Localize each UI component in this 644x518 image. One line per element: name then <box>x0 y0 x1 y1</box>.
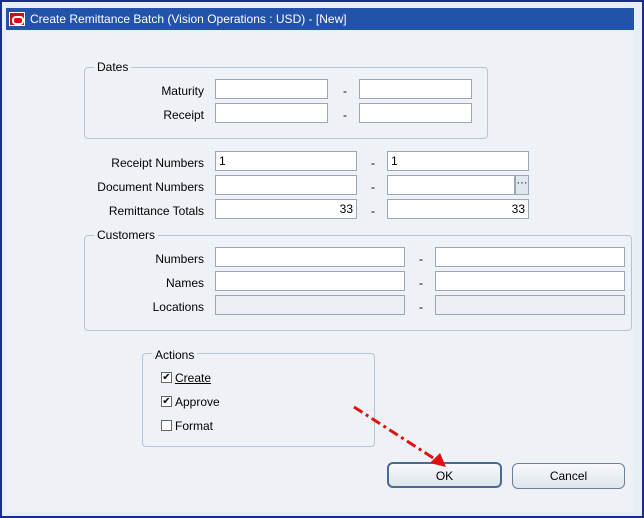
customer-locations-to-field <box>435 295 625 315</box>
annotation-arrow-head <box>430 453 446 467</box>
receipt-label: Receipt <box>163 108 204 122</box>
customer-names-separator: - <box>419 276 423 290</box>
maturity-from-field[interactable] <box>215 79 328 99</box>
form-panel: Dates Maturity - Receipt - Receipt Numbe… <box>6 31 634 512</box>
window-frame: Create Remittance Batch (Vision Operatio… <box>0 0 644 518</box>
remittance-totals-from-field[interactable] <box>215 199 357 219</box>
customer-names-to-field[interactable] <box>435 271 625 291</box>
window-title: Create Remittance Batch (Vision Operatio… <box>30 12 347 26</box>
customer-names-label: Names <box>165 276 204 290</box>
customer-numbers-from-field[interactable] <box>215 247 405 267</box>
customers-group-label: Customers <box>94 228 159 242</box>
customer-numbers-label: Numbers <box>155 252 204 266</box>
customer-locations-from-field <box>215 295 405 315</box>
maturity-separator: - <box>343 84 347 98</box>
document-numbers-to-field[interactable] <box>387 175 515 195</box>
oracle-logo-icon <box>9 12 25 26</box>
customer-locations-label: Locations <box>152 300 204 314</box>
maturity-to-field[interactable] <box>359 79 472 99</box>
receipt-to-field[interactable] <box>359 103 472 123</box>
remittance-totals-to-field[interactable] <box>387 199 529 219</box>
cancel-button[interactable]: Cancel <box>512 463 625 489</box>
title-bar: Create Remittance Batch (Vision Operatio… <box>6 8 634 30</box>
receipt-numbers-separator: - <box>371 156 375 170</box>
receipt-numbers-to-field[interactable] <box>387 151 529 171</box>
customer-names-from-field[interactable] <box>215 271 405 291</box>
customer-numbers-separator: - <box>419 252 423 266</box>
document-numbers-from-field[interactable] <box>215 175 357 195</box>
format-checkbox[interactable] <box>161 420 172 431</box>
create-checkbox[interactable]: ✔ <box>161 372 172 383</box>
create-checkbox-label[interactable]: Create <box>175 371 211 385</box>
document-numbers-label: Document Numbers <box>97 180 204 194</box>
remittance-totals-label: Remittance Totals <box>108 204 204 218</box>
approve-checkbox-label[interactable]: Approve <box>175 395 220 409</box>
receipt-separator: - <box>343 108 347 122</box>
receipt-numbers-from-field[interactable] <box>215 151 357 171</box>
actions-group-label: Actions <box>152 348 198 362</box>
approve-checkbox[interactable]: ✔ <box>161 396 172 407</box>
document-numbers-lov-button[interactable]: ··· <box>515 175 529 195</box>
document-numbers-separator: - <box>371 180 375 194</box>
customer-numbers-to-field[interactable] <box>435 247 625 267</box>
dates-group-label: Dates <box>94 60 132 74</box>
receipt-from-field[interactable] <box>215 103 328 123</box>
remittance-totals-separator: - <box>371 204 375 218</box>
receipt-numbers-label: Receipt Numbers <box>111 156 204 170</box>
format-checkbox-label[interactable]: Format <box>175 419 213 433</box>
maturity-label: Maturity <box>161 84 204 98</box>
customer-locations-separator: - <box>419 300 423 314</box>
annotation-arrow-line <box>353 405 439 463</box>
annotation-arrow-icon <box>353 405 446 467</box>
